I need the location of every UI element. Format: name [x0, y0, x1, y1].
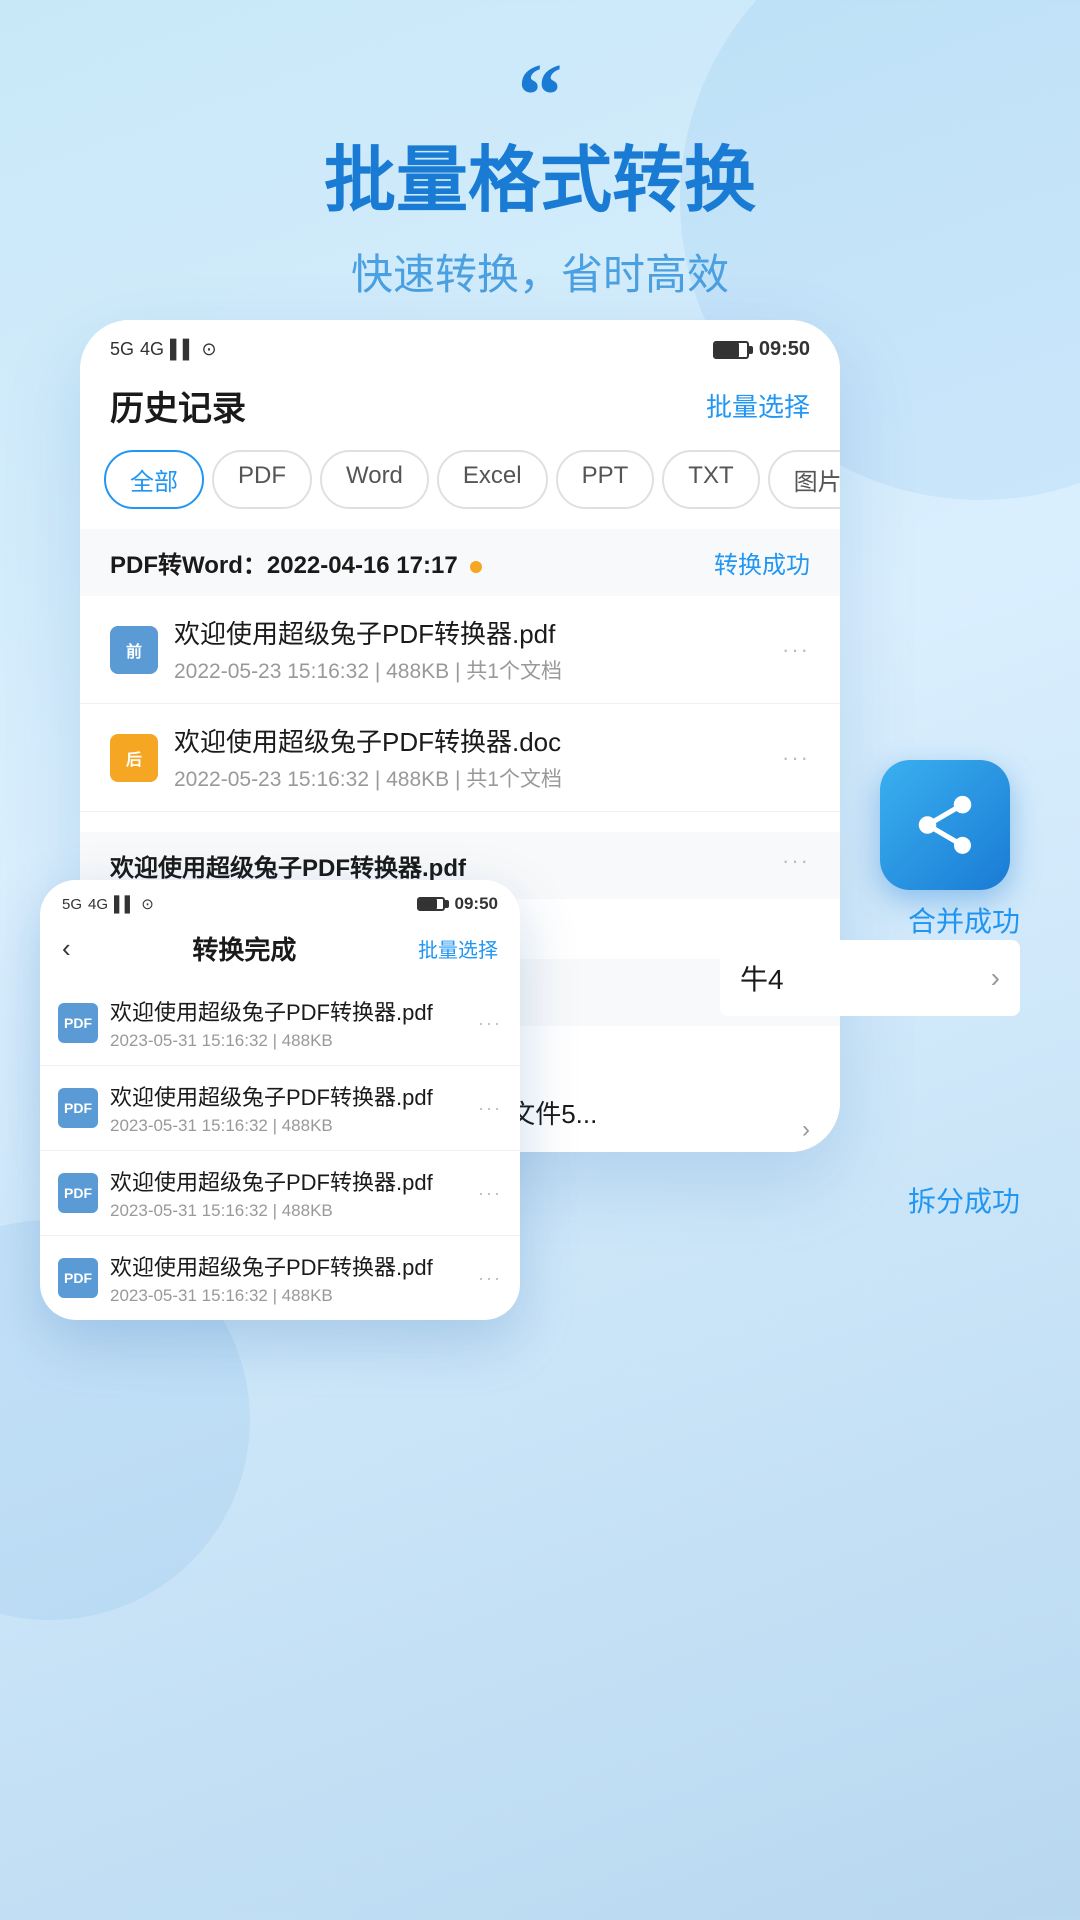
tab-pdf[interactable]: PDF	[212, 450, 312, 509]
secondary-file-item-2: PDF 欢迎使用超级兔子PDF转换器.pdf 2023-05-31 15:16:…	[40, 1066, 520, 1151]
hero-section: “ 批量格式转换 快速转换，省时高效	[0, 0, 1080, 342]
file-badge-post: 后	[110, 734, 158, 782]
main-phone-title: 历史记录	[110, 381, 246, 430]
secondary-phone-header: ‹ 转换完成 批量选择	[40, 922, 520, 981]
secondary-file-info-1: 欢迎使用超级兔子PDF转换器.pdf 2023-05-31 15:16:32 |…	[110, 995, 466, 1051]
secondary-phone-mockup: 5G 4G ▌▌ ⊙ 09:50 ‹ 转换完成 批量选择 PDF 欢迎使用超级兔…	[40, 880, 520, 1320]
file-item-pre: 前 欢迎使用超级兔子PDF转换器.pdf 2022-05-23 15:16:32…	[80, 596, 840, 704]
secondary-statusbar: 5G 4G ▌▌ ⊙ 09:50	[40, 880, 520, 922]
secondary-file-info-2: 欢迎使用超级兔子PDF转换器.pdf 2023-05-31 15:16:32 |…	[110, 1080, 466, 1136]
right-item-row: 牛4 ›	[720, 940, 1020, 1016]
secondary-file-more-3[interactable]: ···	[478, 1183, 502, 1204]
secondary-file-meta-4: 2023-05-31 15:16:32 | 488KB	[110, 1286, 466, 1306]
merge-success-label: 合并成功	[908, 900, 1020, 940]
status-time-battery: 09:50	[713, 338, 810, 361]
secondary-file-name-3: 欢迎使用超级兔子PDF转换器.pdf	[110, 1165, 466, 1197]
secondary-badge-2: PDF	[58, 1088, 98, 1128]
secondary-file-more-2[interactable]: ···	[478, 1098, 502, 1119]
share-action-fab[interactable]	[880, 760, 1010, 890]
secondary-file-item-3: PDF 欢迎使用超级兔子PDF转换器.pdf 2023-05-31 15:16:…	[40, 1151, 520, 1236]
file-more-icon-post[interactable]: ···	[782, 745, 810, 771]
tab-image[interactable]: 图片	[768, 450, 840, 509]
hero-title: 批量格式转换	[40, 142, 1040, 221]
secondary-badge-4: PDF	[58, 1258, 98, 1298]
tab-word[interactable]: Word	[320, 450, 429, 509]
split-success-label: 拆分成功	[908, 1180, 1020, 1220]
secondary-battery-icon	[417, 897, 445, 911]
secondary-file-meta-2: 2023-05-31 15:16:32 | 488KB	[110, 1116, 466, 1136]
signal-bars: ▌▌	[170, 339, 196, 360]
main-phone-header: 历史记录 批量选择	[80, 371, 840, 450]
tab-excel[interactable]: Excel	[437, 450, 548, 509]
file-info-post: 欢迎使用超级兔子PDF转换器.doc 2022-05-23 15:16:32 |…	[174, 722, 766, 793]
secondary-file-name-1: 欢迎使用超级兔子PDF转换器.pdf	[110, 995, 466, 1027]
secondary-file-info-4: 欢迎使用超级兔子PDF转换器.pdf 2023-05-31 15:16:32 |…	[110, 1250, 466, 1306]
file-item-post: 后 欢迎使用超级兔子PDF转换器.doc 2022-05-23 15:16:32…	[80, 704, 840, 812]
sec-signal-4g: 4G	[88, 896, 108, 913]
status-time: 09:50	[759, 338, 810, 361]
secondary-file-item-4: PDF 欢迎使用超级兔子PDF转换器.pdf 2023-05-31 15:16:…	[40, 1236, 520, 1320]
file-info-pre: 欢迎使用超级兔子PDF转换器.pdf 2022-05-23 15:16:32 |…	[174, 614, 766, 685]
merge-more-icon[interactable]: ···	[782, 848, 810, 883]
right-item-name: 牛4	[740, 958, 784, 998]
hero-quote-mark: “	[40, 60, 1040, 132]
back-button[interactable]: ‹	[62, 933, 71, 964]
file-name-pre: 欢迎使用超级兔子PDF转换器.pdf	[174, 614, 766, 651]
filter-tabs: 全部 PDF Word Excel PPT TXT 图片	[80, 450, 840, 529]
secondary-file-meta-3: 2023-05-31 15:16:32 | 488KB	[110, 1201, 466, 1221]
file-name-post: 欢迎使用超级兔子PDF转换器.doc	[174, 722, 766, 759]
notification-dot	[470, 561, 482, 573]
file-more-icon-pre[interactable]: ···	[782, 637, 810, 663]
tab-txt[interactable]: TXT	[662, 450, 759, 509]
secondary-batch-select[interactable]: 批量选择	[418, 934, 498, 963]
sec-wifi-icon: ⊙	[141, 895, 154, 913]
secondary-badge-3: PDF	[58, 1173, 98, 1213]
secondary-time: 09:50	[455, 894, 498, 914]
secondary-file-name-2: 欢迎使用超级兔子PDF转换器.pdf	[110, 1080, 466, 1112]
wifi-icon: ⊙	[202, 339, 217, 360]
result-chevron[interactable]: ›	[802, 1116, 810, 1144]
file-meta-post: 2022-05-23 15:16:32 | 488KB | 共1个文档	[174, 763, 766, 793]
sec-signal-bars: ▌▌	[114, 896, 135, 913]
section-header-pdf-word: PDF转Word：2022-04-16 17:17 转换成功	[80, 529, 840, 596]
secondary-file-more-1[interactable]: ···	[478, 1013, 502, 1034]
battery-icon	[713, 341, 749, 359]
merge-section-title: 欢迎使用超级兔子PDF转换器.pdf	[110, 848, 466, 883]
secondary-file-more-4[interactable]: ···	[478, 1268, 502, 1289]
secondary-file-item-1: PDF 欢迎使用超级兔子PDF转换器.pdf 2023-05-31 15:16:…	[40, 981, 520, 1066]
file-meta-pre: 2022-05-23 15:16:32 | 488KB | 共1个文档	[174, 655, 766, 685]
secondary-status-signals: 5G 4G ▌▌ ⊙	[62, 895, 154, 913]
main-statusbar: 5G 4G ▌▌ ⊙ 09:50	[80, 320, 840, 371]
section-header-title: PDF转Word：2022-04-16 17:17	[110, 545, 482, 580]
batch-select-button[interactable]: 批量选择	[706, 387, 810, 424]
signal-4g: 4G	[140, 339, 164, 360]
sec-signal-5g: 5G	[62, 896, 82, 913]
secondary-phone-title: 转换完成	[192, 930, 296, 967]
secondary-file-info-3: 欢迎使用超级兔子PDF转换器.pdf 2023-05-31 15:16:32 |…	[110, 1165, 466, 1221]
section-convert-success: 转换成功	[714, 545, 810, 580]
hero-subtitle: 快速转换，省时高效	[40, 241, 1040, 302]
file-badge-pre: 前	[110, 626, 158, 674]
tab-all[interactable]: 全部	[104, 450, 204, 509]
signal-5g: 5G	[110, 339, 134, 360]
status-signals: 5G 4G ▌▌ ⊙	[110, 339, 217, 360]
right-item-chevron[interactable]: ›	[991, 962, 1000, 994]
secondary-badge-1: PDF	[58, 1003, 98, 1043]
right-panel-item-bull4: 牛4 ›	[720, 940, 1020, 1016]
secondary-file-name-4: 欢迎使用超级兔子PDF转换器.pdf	[110, 1250, 466, 1282]
secondary-status-time: 09:50	[417, 894, 498, 914]
secondary-file-meta-1: 2023-05-31 15:16:32 | 488KB	[110, 1031, 466, 1051]
tab-ppt[interactable]: PPT	[556, 450, 655, 509]
share-icon	[910, 790, 980, 860]
